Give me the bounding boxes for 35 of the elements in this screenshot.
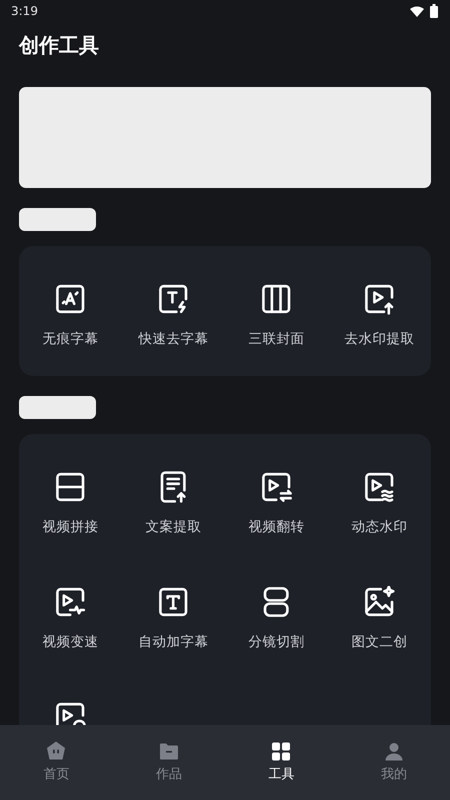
tool-label[interactable]: 视频拼接 bbox=[42, 517, 98, 537]
text-frame-icon[interactable] bbox=[54, 283, 86, 315]
person-icon bbox=[384, 741, 404, 761]
play-upload-icon[interactable] bbox=[364, 283, 396, 315]
play-wave-icon[interactable] bbox=[364, 471, 396, 503]
folder-icon bbox=[158, 741, 179, 761]
text-bolt-icon[interactable] bbox=[158, 283, 190, 315]
split-frame-icon[interactable] bbox=[54, 471, 86, 503]
tool-label[interactable]: 分镜切割 bbox=[248, 632, 304, 652]
tool-label[interactable]: 图文二创 bbox=[352, 632, 408, 652]
nav-tab[interactable]: 首页 bbox=[0, 725, 112, 800]
grid-icon bbox=[271, 741, 292, 761]
tool-label[interactable]: 视频翻转 bbox=[248, 517, 304, 537]
battery-icon bbox=[430, 4, 438, 18]
three-panel-icon[interactable] bbox=[260, 283, 292, 315]
image-sparkle-icon[interactable] bbox=[364, 586, 396, 618]
tool-label[interactable]: 动态水印 bbox=[352, 517, 408, 537]
tool-label[interactable]: 快速去字幕 bbox=[138, 329, 208, 349]
tool-label[interactable]: 文案提取 bbox=[146, 517, 202, 537]
play-pulse-icon[interactable] bbox=[54, 586, 86, 618]
wifi-icon bbox=[410, 6, 424, 16]
text-frame-icon[interactable] bbox=[158, 586, 190, 618]
tool-label[interactable]: 无痕字幕 bbox=[42, 329, 98, 349]
play-frame-icon[interactable] bbox=[54, 701, 86, 725]
home-icon bbox=[46, 741, 66, 761]
status-time: 3:19 bbox=[11, 4, 38, 18]
nav-tab[interactable]: 我的 bbox=[338, 725, 450, 800]
play-swap-icon[interactable] bbox=[260, 471, 292, 503]
tool-label[interactable]: 自动加字幕 bbox=[138, 632, 208, 652]
tool-label[interactable]: 视频变速 bbox=[42, 632, 98, 652]
page-title: 创作工具 bbox=[19, 32, 100, 59]
tool-label[interactable]: 三联封面 bbox=[248, 329, 304, 349]
nav-tab[interactable]: 作品 bbox=[112, 725, 225, 800]
nav-tab[interactable]: 工具 bbox=[225, 725, 338, 800]
tool-label[interactable]: 去水印提取 bbox=[344, 329, 414, 349]
